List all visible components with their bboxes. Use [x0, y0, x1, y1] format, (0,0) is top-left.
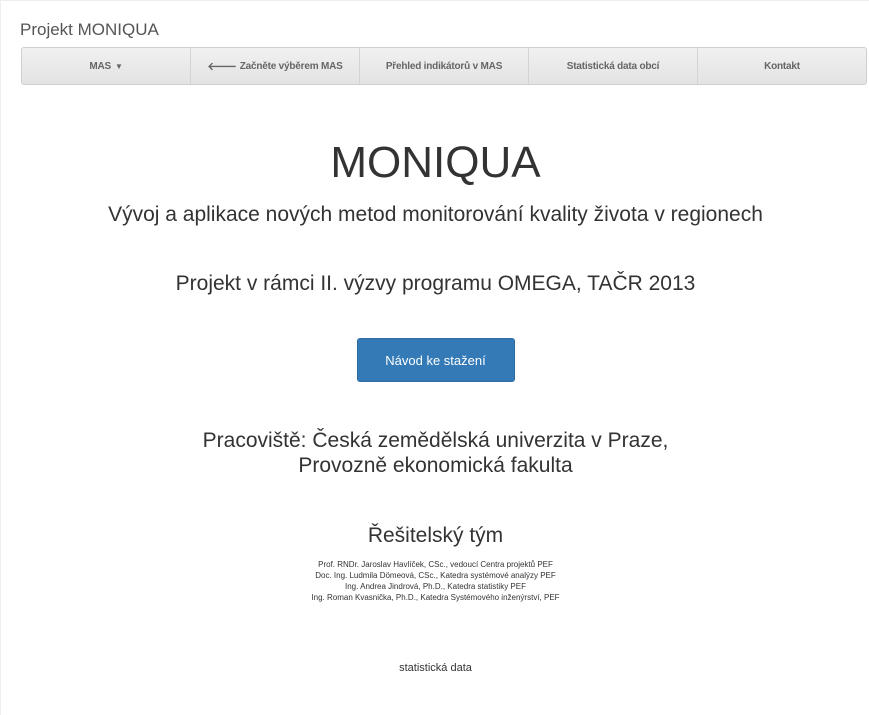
team-heading: Řešitelský tým — [367, 524, 504, 547]
page: Projekt MONIQUA MAS ▼ 🡐 Začněte výběrem … — [0, 0, 869, 715]
download-guide-button[interactable]: Návod ke stažení — [356, 338, 515, 382]
nav-item-indicators[interactable]: Přehled indikátorů v MAS — [359, 48, 528, 84]
nav-item-statistics[interactable]: Statistická data obcí — [528, 48, 697, 84]
nav-item-label: Přehled indikátorů v MAS — [385, 60, 503, 72]
team-member: Doc. Ing. Ludmila Dömeová, CSc., Katedra… — [315, 571, 556, 580]
nav-item-select-mas[interactable]: 🡐 Začněte výběrem MAS — [190, 48, 359, 84]
team-members-list: Prof. RNDr. Jaroslav Havlíček, CSc., ved… — [1, 559, 869, 603]
caret-down-icon: ▼ — [114, 61, 123, 71]
nav-item-label: Statistická data obcí — [566, 60, 660, 72]
page-title: MONIQUA — [330, 138, 541, 187]
statistics-data-link-text[interactable]: statistická data — [399, 662, 472, 674]
main-navbar: MAS ▼ 🡐 Začněte výběrem MAS Přehled indi… — [21, 47, 867, 85]
page-subtitle: Vývoj a aplikace nových metod monitorová… — [108, 203, 763, 226]
brand-link[interactable]: Projekt MONIQUA — [20, 20, 159, 40]
nav-item-label: Začněte výběrem MAS — [239, 60, 343, 72]
workplace-line-1: Pracoviště: Česká zemědělská univerzita … — [202, 429, 669, 452]
nav-item-label: MAS — [89, 60, 111, 72]
workplace-line-2: Provozně ekonomická fakulta — [298, 454, 573, 477]
download-button-wrap: Návod ke stažení — [1, 338, 869, 382]
program-text: Projekt v rámci II. výzvy programu OMEGA… — [175, 272, 696, 295]
nav-item-label: Kontakt — [764, 60, 800, 72]
arrow-left-icon: 🡐 — [207, 61, 237, 73]
team-member: Prof. RNDr. Jaroslav Havlíček, CSc., ved… — [318, 560, 553, 569]
team-member: Ing. Roman Kvasnička, Ph.D., Katedra Sys… — [311, 593, 560, 602]
team-member: Ing. Andrea Jindrová, Ph.D., Katedra sta… — [345, 582, 526, 591]
nav-item-contact[interactable]: Kontakt — [697, 48, 866, 84]
workplace-text: Pracoviště: Česká zemědělská univerzita … — [1, 428, 869, 478]
nav-item-mas[interactable]: MAS ▼ — [22, 48, 190, 84]
statistics-data-link: statistická data — [1, 661, 869, 675]
